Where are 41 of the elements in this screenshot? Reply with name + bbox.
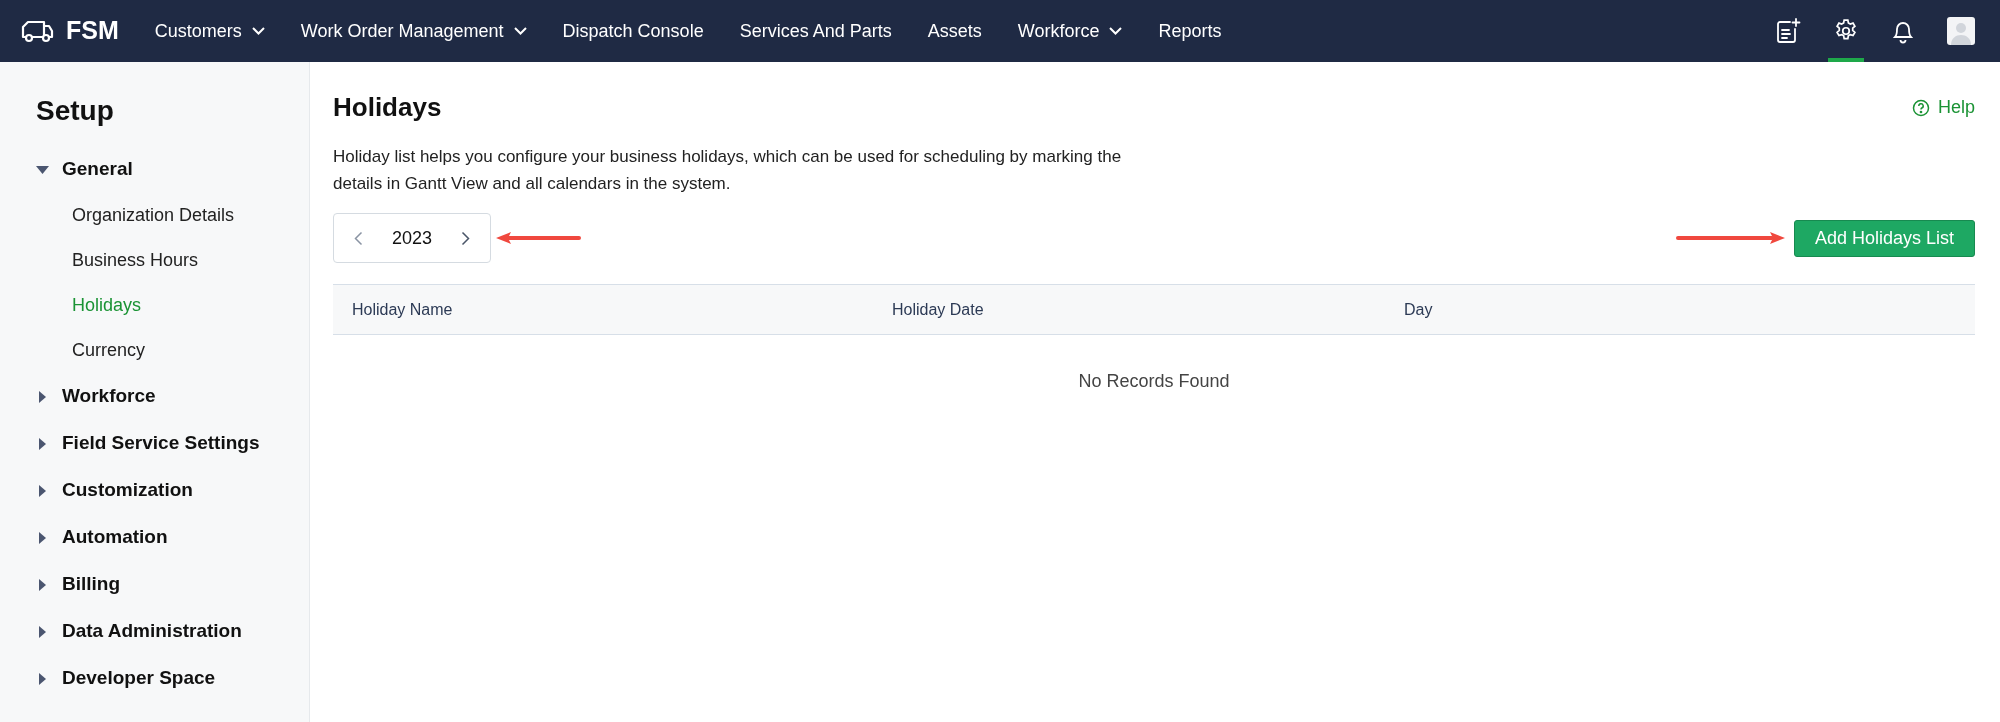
nav-menu-item[interactable]: Services And Parts: [739, 17, 892, 45]
sidebar-section[interactable]: Field Service Settings: [36, 420, 273, 467]
sidebar-section[interactable]: Automation: [36, 514, 273, 561]
user-avatar-icon: [1947, 17, 1975, 45]
caret-down-icon: [36, 165, 49, 174]
chevron-left-icon: [354, 230, 363, 246]
previous-year-button[interactable]: [354, 230, 363, 246]
sidebar-item[interactable]: Business Hours: [36, 238, 273, 283]
chevron-right-icon: [461, 230, 470, 246]
sidebar-section[interactable]: Customization: [36, 467, 273, 514]
page-title: Holidays: [333, 91, 442, 124]
chevron-down-icon: [1109, 27, 1123, 35]
nav-menu-item[interactable]: Work Order Management: [300, 17, 527, 45]
empty-table-message: No Records Found: [1078, 370, 1230, 393]
help-icon: [1911, 98, 1930, 117]
sidebar-section[interactable]: General: [36, 146, 273, 193]
column-header: Holiday Date: [892, 299, 985, 320]
description-text: Holiday list helps you configure your business holidays, which can be used for scheduling by marking the details in Gantt View and all calendars in the system.: [333, 146, 1123, 195]
column-header: Day: [1404, 299, 1434, 320]
app-name: FSM: [66, 15, 119, 47]
nav-menu-item[interactable]: Customers: [154, 17, 265, 45]
chevron-down-icon: [251, 27, 265, 35]
sidebar-item[interactable]: Currency: [36, 328, 273, 373]
sidebar-item[interactable]: Holidays: [36, 283, 273, 328]
sidebar-item[interactable]: Organization Details: [36, 193, 273, 238]
help-link[interactable]: Help: [1911, 94, 1975, 121]
sidebar-title: Setup: [36, 94, 115, 128]
next-year-button[interactable]: [461, 230, 470, 246]
sidebar-section[interactable]: Billing: [36, 561, 273, 608]
van-icon: [20, 18, 54, 44]
nav-menu-item[interactable]: Dispatch Console: [562, 17, 704, 45]
sidebar-section[interactable]: Workforce: [36, 373, 273, 420]
note-add-icon: [1775, 18, 1801, 44]
sidebar-section[interactable]: Data Administration: [36, 608, 273, 655]
column-header: Holiday Name: [352, 299, 454, 320]
nav-menu-item[interactable]: Workforce: [1017, 17, 1123, 45]
chevron-down-icon: [513, 27, 527, 35]
year-value: 2023: [391, 226, 432, 250]
nav-menu-item[interactable]: Reports: [1158, 17, 1222, 45]
sidebar-section[interactable]: Developer Space: [36, 655, 273, 702]
nav-menu-item[interactable]: Assets: [927, 17, 982, 45]
